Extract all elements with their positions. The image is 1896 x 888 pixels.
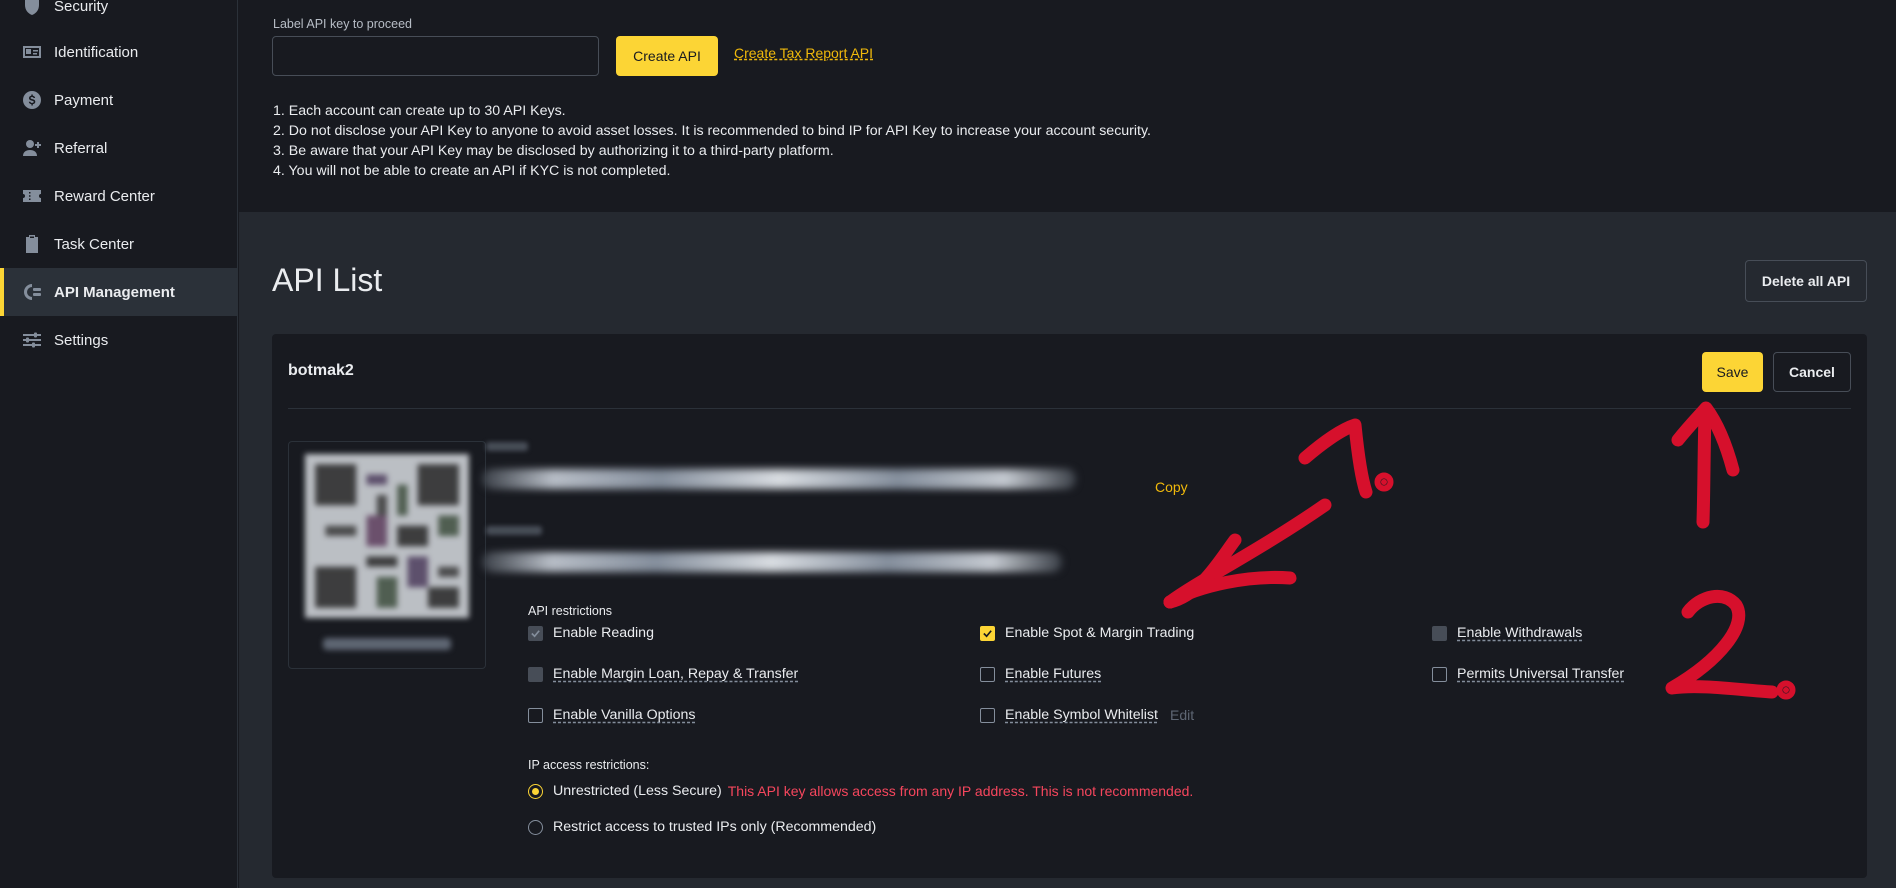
checkbox[interactable] xyxy=(980,707,995,723)
checkbox[interactable] xyxy=(980,625,995,641)
restriction-label: Enable Withdrawals xyxy=(1457,625,1583,641)
note-line: 2. Do not disclose your API Key to anyon… xyxy=(273,123,1151,139)
note-line: 1. Each account can create up to 30 API … xyxy=(273,103,566,119)
clipboard-icon xyxy=(22,234,42,254)
restriction-permits-universal-transfer[interactable]: Permits Universal Transfer xyxy=(1432,666,1624,682)
ticket-icon xyxy=(22,186,42,206)
sidebar: Security Identification Payment Referral… xyxy=(0,0,238,888)
restriction-enable-margin-loan[interactable]: Enable Margin Loan, Repay & Transfer xyxy=(528,666,798,682)
dollar-icon xyxy=(22,90,42,110)
qr-caption-redacted xyxy=(323,638,451,650)
restriction-enable-reading[interactable]: Enable Reading xyxy=(528,625,654,641)
api-key-value-redacted xyxy=(482,469,1076,489)
api-key-name: botmak2 xyxy=(288,362,354,379)
create-api-section: Label API key to proceed Create API Crea… xyxy=(239,0,1896,212)
sidebar-item-label: Security xyxy=(54,0,109,15)
label-field-caption: Label API key to proceed xyxy=(273,17,412,31)
ip-restrictions-label: IP access restrictions: xyxy=(528,758,650,772)
sidebar-item-settings[interactable]: Settings xyxy=(0,316,238,364)
sidebar-item-identification[interactable]: Identification xyxy=(0,28,238,76)
secret-key-value-redacted xyxy=(482,552,1062,572)
qr-code-box xyxy=(288,441,486,669)
restriction-label: Enable Spot & Margin Trading xyxy=(1005,625,1195,641)
sidebar-item-task-center[interactable]: Task Center xyxy=(0,220,238,268)
radio-button[interactable] xyxy=(528,819,543,835)
sliders-icon xyxy=(22,330,42,350)
user-plus-icon xyxy=(22,138,42,158)
sidebar-item-label: Settings xyxy=(54,331,109,349)
page-title: API List xyxy=(272,262,383,298)
checkbox[interactable] xyxy=(528,666,543,682)
api-list-section: API List Delete all API botmak2 Save Can… xyxy=(239,212,1896,888)
cancel-button[interactable]: Cancel xyxy=(1773,352,1851,392)
checkbox[interactable] xyxy=(980,666,995,682)
create-tax-report-api-link[interactable]: Create Tax Report API xyxy=(734,45,873,61)
ip-option-label: Unrestricted (Less Secure) xyxy=(553,783,722,799)
restriction-enable-spot-margin-trading[interactable]: Enable Spot & Margin Trading xyxy=(980,625,1194,641)
sidebar-item-security[interactable]: Security xyxy=(0,0,238,30)
sidebar-item-referral[interactable]: Referral xyxy=(0,124,238,172)
api-notes: 1. Each account can create up to 30 API … xyxy=(273,101,1151,181)
check-icon xyxy=(983,629,992,637)
delete-all-api-button[interactable]: Delete all API xyxy=(1745,260,1867,302)
id-card-icon xyxy=(22,42,42,62)
ip-option-unrestricted[interactable]: Unrestricted (Less Secure) This API key … xyxy=(528,783,1193,799)
note-line: 3. Be aware that your API Key may be dis… xyxy=(273,143,834,159)
restriction-label: Enable Reading xyxy=(553,625,654,641)
sidebar-item-label: Task Center xyxy=(54,235,135,253)
sidebar-item-payment[interactable]: Payment xyxy=(0,76,238,124)
create-api-button[interactable]: Create API xyxy=(616,36,718,76)
api-label-input[interactable] xyxy=(272,36,599,76)
radio-button[interactable] xyxy=(528,783,543,799)
note-line: 4. You will not be able to create an API… xyxy=(273,163,671,179)
sidebar-item-api-management[interactable]: API Management xyxy=(0,268,238,316)
qr-code-image xyxy=(305,454,469,618)
sidebar-item-reward-center[interactable]: Reward Center xyxy=(0,172,238,220)
restriction-label: Enable Vanilla Options xyxy=(553,707,696,723)
checkbox[interactable] xyxy=(528,625,543,641)
api-key-label-redacted xyxy=(486,442,528,451)
ip-option-label: Restrict access to trusted IPs only (Rec… xyxy=(553,819,877,835)
checkbox[interactable] xyxy=(1432,625,1447,641)
api-key-card: botmak2 Save Cancel Copy API restriction… xyxy=(272,334,1867,878)
sidebar-item-label: Payment xyxy=(54,91,114,109)
api-restrictions-label: API restrictions xyxy=(528,604,613,618)
ip-option-restricted[interactable]: Restrict access to trusted IPs only (Rec… xyxy=(528,819,876,835)
restriction-label: Enable Futures xyxy=(1005,666,1102,682)
sidebar-item-label: Referral xyxy=(54,139,108,157)
restriction-label: Enable Symbol Whitelist xyxy=(1005,707,1158,723)
restriction-enable-futures[interactable]: Enable Futures xyxy=(980,666,1101,682)
restriction-enable-withdrawals[interactable]: Enable Withdrawals xyxy=(1432,625,1582,641)
restriction-enable-symbol-whitelist[interactable]: Enable Symbol Whitelist Edit xyxy=(980,707,1194,723)
restriction-label: Enable Margin Loan, Repay & Transfer xyxy=(553,666,799,682)
edit-whitelist-link[interactable]: Edit xyxy=(1170,707,1194,723)
restriction-label: Permits Universal Transfer xyxy=(1457,666,1625,682)
ip-warning-text: This API key allows access from any IP a… xyxy=(727,783,1194,799)
divider xyxy=(288,408,1851,409)
sidebar-item-label: API Management xyxy=(54,283,175,301)
sidebar-item-label: Reward Center xyxy=(54,187,155,205)
api-icon xyxy=(22,282,42,302)
checkbox[interactable] xyxy=(1432,666,1447,682)
secret-key-label-redacted xyxy=(486,526,542,535)
sidebar-item-label: Identification xyxy=(54,43,139,61)
restriction-enable-vanilla-options[interactable]: Enable Vanilla Options xyxy=(528,707,696,723)
checkbox[interactable] xyxy=(528,707,543,723)
copy-api-key-link[interactable]: Copy xyxy=(1155,479,1188,495)
save-button[interactable]: Save xyxy=(1702,352,1763,392)
shield-icon xyxy=(22,0,42,16)
check-icon xyxy=(531,629,540,637)
